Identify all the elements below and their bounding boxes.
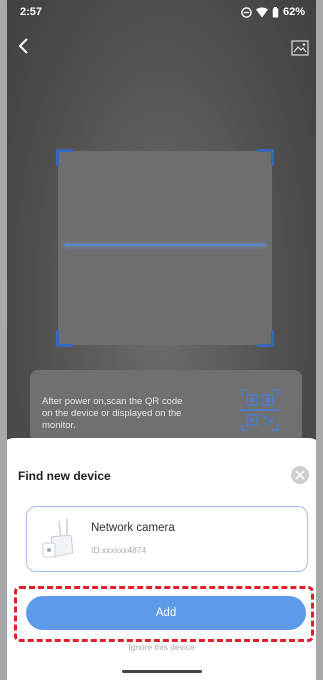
- qr-code-icon: [240, 389, 280, 431]
- screen-border: [316, 0, 323, 680]
- close-button[interactable]: [291, 466, 309, 484]
- ignore-device-link[interactable]: Ignore this device: [0, 642, 323, 652]
- scan-corner: [257, 149, 274, 166]
- device-name: Network camera: [91, 522, 175, 534]
- status-bar: 2:57 62%: [0, 0, 323, 24]
- do-not-disturb-icon: [241, 6, 252, 18]
- home-handle[interactable]: [122, 670, 202, 673]
- scan-hint-text: After power on,scan the QR code on the d…: [42, 396, 183, 431]
- navigation-bar: [0, 662, 323, 680]
- camera-device-icon: [42, 519, 74, 558]
- scan-line: [64, 244, 266, 246]
- close-icon: [295, 470, 305, 480]
- qr-scan-frame: [56, 149, 274, 347]
- screen-border: [0, 0, 7, 680]
- scan-hint-card: After power on,scan the QR code on the d…: [30, 370, 302, 442]
- gallery-icon[interactable]: [291, 40, 309, 56]
- status-time: 2:57: [20, 6, 43, 18]
- find-device-sheet: Find new device Network camera ID:xxxxxx…: [0, 438, 323, 668]
- battery-level: 62%: [282, 6, 305, 18]
- scan-corner: [257, 330, 274, 347]
- scan-screen: 2:57 62% After power on,scan the QR code…: [0, 0, 323, 680]
- device-id: ID:xxxxxx4874: [91, 545, 147, 555]
- battery-icon: [272, 6, 279, 18]
- back-arrow-icon[interactable]: [14, 36, 34, 56]
- wifi-icon: [255, 7, 268, 17]
- device-card[interactable]: Network camera ID:xxxxxx4874: [26, 506, 308, 572]
- status-icons: 62%: [241, 6, 305, 18]
- sheet-title: Find new device: [18, 469, 111, 483]
- add-button-highlight: [14, 586, 314, 642]
- scan-corner: [56, 149, 73, 166]
- scan-corner: [56, 330, 73, 347]
